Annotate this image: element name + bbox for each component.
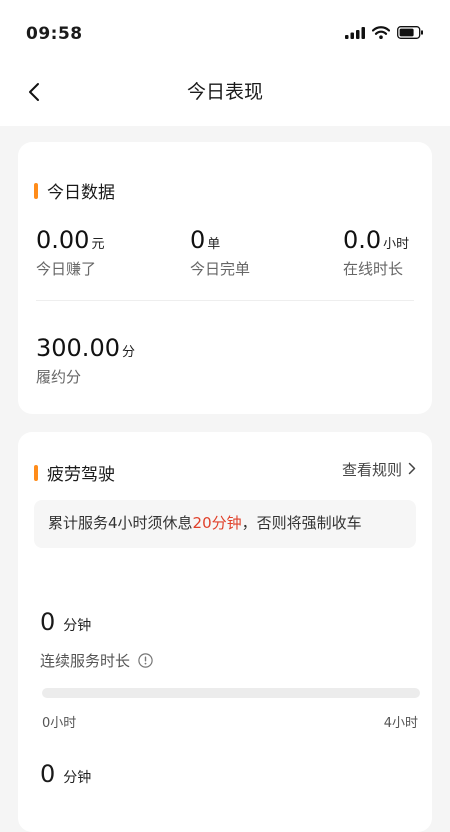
online-hours-unit: 小时: [383, 237, 410, 252]
continuous-unit: 分钟: [63, 618, 92, 634]
online-hours-label: 在线时长: [343, 260, 404, 278]
nav-bar: 今日表现: [0, 64, 450, 126]
fatigue-header: 疲劳驾驶: [34, 460, 115, 485]
stat-orders: 0 单 今日完单: [190, 226, 250, 279]
page-title: 今日表现: [186, 81, 263, 103]
status-bar: 09:58: [0, 0, 450, 64]
stat-earnings: 0.00 元 今日赚了: [36, 226, 104, 279]
status-icons: [345, 24, 424, 43]
accent-bar: [34, 182, 38, 199]
notice-text-suffix: ，否则将强制收车: [241, 514, 362, 532]
progress-min-label: 0小时: [42, 716, 77, 731]
second-unit: 分钟: [63, 770, 92, 786]
score-value: 300.00: [36, 334, 120, 362]
notice-highlight: 20分钟: [192, 514, 242, 532]
stat-online-hours: 0.0 小时 在线时长: [343, 226, 409, 279]
earnings-label: 今日赚了: [36, 260, 97, 278]
notice-text: 累计服务4小时须休息: [48, 514, 193, 532]
view-rules-label: 查看规则: [341, 461, 402, 479]
orders-label: 今日完单: [190, 260, 251, 278]
orders-unit: 单: [207, 237, 221, 252]
continuous-value: 0: [40, 608, 56, 636]
online-hours-value: 0.0: [343, 226, 382, 254]
score-label: 履约分: [36, 368, 82, 386]
wifi-icon: [371, 24, 391, 43]
today-data-title: 今日数据: [47, 183, 115, 203]
today-data-header: 今日数据: [34, 178, 115, 203]
accent-bar: [34, 464, 38, 481]
second-value: 0: [40, 760, 56, 788]
progress-max-label: 4小时: [383, 716, 418, 731]
score-unit: 分: [121, 345, 135, 360]
stat-performance-score: 300.00 分 履约分: [36, 334, 135, 387]
earnings-unit: 元: [91, 237, 105, 252]
signal-icon: [345, 24, 365, 43]
divider: [36, 300, 414, 301]
battery-icon: [397, 24, 424, 43]
view-rules-link[interactable]: 查看规则: [342, 459, 416, 480]
continuous-service-metric: 0 分钟 连续服务时长: [40, 608, 153, 671]
fatigue-title: 疲劳驾驶: [47, 465, 115, 485]
second-service-metric: 0 分钟: [40, 760, 91, 788]
fatigue-notice: 累计服务4小时须休息20分钟，否则将强制收车: [34, 500, 416, 548]
orders-value: 0: [190, 226, 206, 254]
service-progress-bar: [42, 688, 420, 698]
chevron-right-icon: [402, 461, 416, 479]
today-data-card: 今日数据 0.00 元 今日赚了 0 单 今日完单 0.0 小时 在线时长 30…: [18, 142, 432, 414]
fatigue-card: 疲劳驾驶 查看规则 累计服务4小时须休息20分钟，否则将强制收车 0 分钟 连续…: [18, 432, 432, 832]
info-icon[interactable]: [138, 653, 153, 668]
earnings-value: 0.00: [36, 226, 90, 254]
continuous-label: 连续服务时长: [40, 652, 131, 670]
status-time: 09:58: [26, 24, 83, 44]
